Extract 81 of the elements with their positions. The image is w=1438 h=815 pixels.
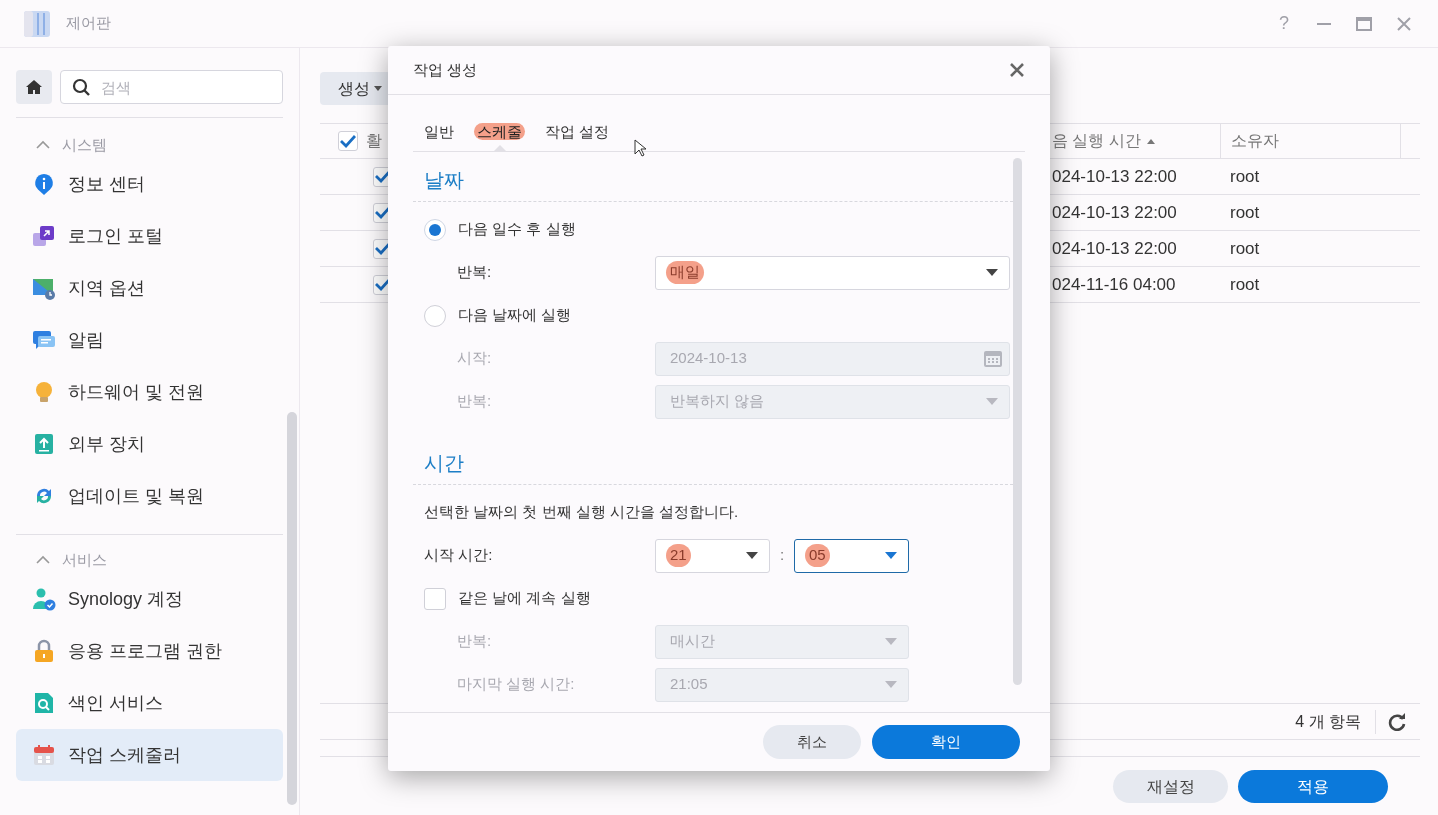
tab[interactable]: 작업 설정 [545,113,610,151]
sidebar-item[interactable]: 알림 [16,314,283,366]
upload-box-icon [32,432,56,456]
sidebar-item[interactable]: 지역 옵션 [16,262,283,314]
sidebar-item[interactable]: 로그인 포털 [16,210,283,262]
button[interactable]: 취소 [763,725,861,759]
sidebar-item[interactable]: 응용 프로그램 권한 [16,625,283,677]
item-count: 4 개 항목 [1295,709,1376,734]
checkbox[interactable] [338,131,358,151]
field-label: 반복: [456,631,493,652]
sidebar-item[interactable]: 정보 센터 [16,158,283,210]
description-text: 선택한 날짜의 첫 번째 실행 시간을 설정합니다. [424,502,739,523]
home-icon [25,79,43,95]
dialog-title: 작업 생성 [413,59,478,80]
check-icon [375,206,391,219]
caret-icon [885,638,897,645]
scrollbar[interactable] [1013,158,1022,685]
dropdown[interactable]: 21 [655,538,770,573]
search-icon [72,78,90,96]
section-title: 날짜 [424,169,464,191]
radio-option[interactable]: 다음 날짜에 실행 [424,304,572,327]
calendar-icon [983,349,1003,368]
caret-icon [986,398,998,405]
check-icon [375,278,391,291]
window-title: 제어판 [66,13,111,34]
portal-icon [32,224,56,248]
table-cell: 024-10-13 22:00 [1052,202,1177,222]
caret-icon [374,86,382,91]
field-label: 반복: [456,391,493,412]
tab[interactable]: 스케줄 [474,113,525,151]
scrollbar[interactable] [287,412,297,805]
button[interactable]: 적용 [1238,770,1388,803]
check-icon [375,242,391,255]
caret-icon [885,681,897,688]
dropdown[interactable]: 매일 [655,255,1010,290]
search-field[interactable]: 검색 [60,70,283,104]
column-header[interactable]: 음 실행 시간 [1050,124,1220,158]
field-label: 시작 시간: [424,545,494,566]
refresh-icon[interactable] [1388,712,1406,731]
sidebar-item[interactable]: 작업 스케줄러 [16,729,283,781]
section-title: 시간 [424,452,464,474]
close-icon[interactable] [1010,63,1024,77]
home-button[interactable] [16,70,52,104]
field-label: 마지막 실행 시간: [456,674,576,695]
table-cell: root [1230,238,1260,258]
caret-icon [885,552,897,559]
table-cell: 024-10-13 22:00 [1052,166,1177,186]
check-icon [340,134,356,148]
button[interactable]: 재설정 [1113,770,1228,803]
caret-icon [746,552,758,559]
info-icon [32,172,56,196]
calendar-icon [32,743,56,767]
tab[interactable]: 일반 [424,113,454,151]
table-cell: root [1230,202,1260,222]
sidebar-item[interactable]: 색인 서비스 [16,677,283,729]
search-document-icon [32,691,56,715]
user-check-icon [32,587,56,611]
table-cell: 024-10-13 22:00 [1052,238,1177,258]
lock-icon [32,639,56,663]
table-cell: root [1230,274,1260,294]
table-cell: 024-11-16 04:00 [1052,274,1176,294]
control-panel-icon [22,8,52,39]
sidebar-item[interactable]: 외부 장치 [16,418,283,470]
check-icon [375,170,391,183]
button[interactable]: 확인 [872,725,1020,759]
map-clock-icon [32,276,56,300]
dropdown[interactable]: 05 [794,538,909,573]
time-separator: : [778,545,786,566]
checkbox-option[interactable]: 같은 날에 계속 실행 [424,587,591,610]
chat-icon [32,328,56,352]
cursor-icon [634,139,646,157]
radio-option[interactable]: 다음 일수 후 실행 [424,218,576,241]
caret-icon [986,269,998,276]
sidebar-item[interactable]: Synology 계정 [16,573,283,625]
sidebar-item[interactable]: 업데이트 및 복원 [16,470,283,522]
table-cell: root [1230,166,1260,186]
column-header: 활 [366,131,382,151]
field-label: 반복: [456,262,493,283]
field-label: 시작: [456,348,493,369]
column-header: 소유자 [1231,131,1279,151]
sidebar-item[interactable]: 하드웨어 및 전원 [16,366,283,418]
